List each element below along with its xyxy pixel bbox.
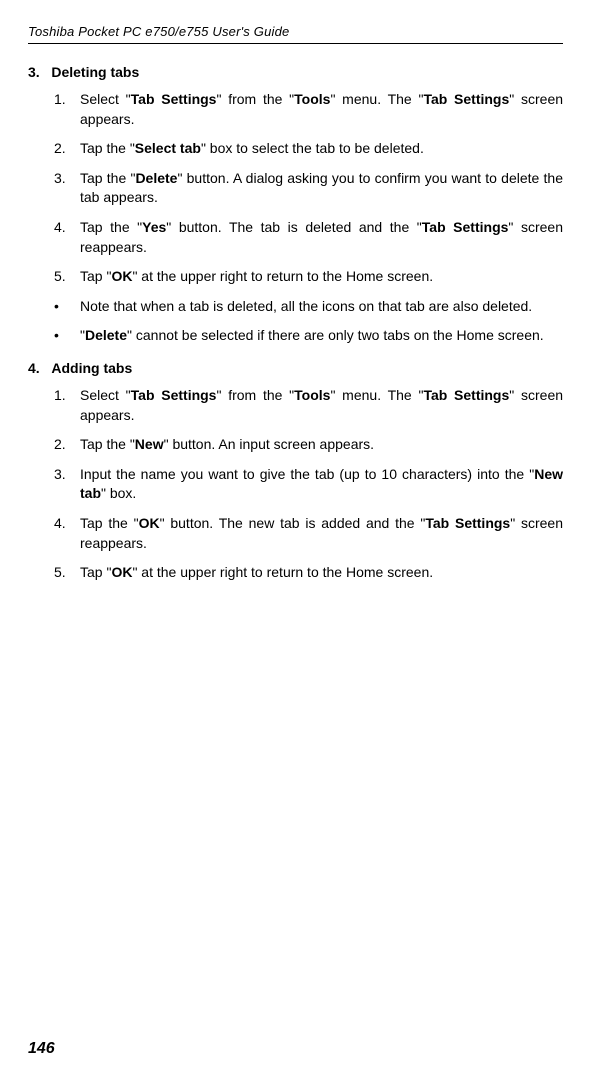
- section-heading: 4. Adding tabs: [28, 360, 563, 376]
- bold-term: OK: [111, 564, 132, 580]
- text-fragment: Tap the ": [80, 170, 135, 186]
- bullet-item: •"Delete" cannot be selected if there ar…: [28, 326, 563, 346]
- list-number: 1.: [54, 90, 80, 129]
- text-fragment: " box.: [101, 485, 136, 501]
- header-divider: [28, 43, 563, 44]
- list-item: 5.Tap "OK" at the upper right to return …: [28, 267, 563, 287]
- text-fragment: Tap the ": [80, 515, 139, 531]
- text-fragment: " from the ": [216, 91, 294, 107]
- document-content: 3. Deleting tabs1.Select "Tab Settings" …: [28, 64, 563, 583]
- section-number: 4.: [28, 360, 40, 376]
- text-fragment: " button. An input screen appears.: [164, 436, 374, 452]
- text-fragment: Tap the ": [80, 436, 135, 452]
- list-text: Tap the "Yes" button. The tab is deleted…: [80, 218, 563, 257]
- bold-term: Delete: [135, 170, 177, 186]
- section-number: 3.: [28, 64, 40, 80]
- section-heading: 3. Deleting tabs: [28, 64, 563, 80]
- text-fragment: " box to select the tab to be deleted.: [201, 140, 424, 156]
- text-fragment: Tap the ": [80, 219, 142, 235]
- list-item: 2.Tap the "Select tab" box to select the…: [28, 139, 563, 159]
- list-text: Note that when a tab is deleted, all the…: [80, 297, 563, 317]
- list-item: 1.Select "Tab Settings" from the "Tools"…: [28, 386, 563, 425]
- text-fragment: Tap ": [80, 564, 111, 580]
- text-fragment: " at the upper right to return to the Ho…: [132, 268, 433, 284]
- text-fragment: Input the name you want to give the tab …: [80, 466, 534, 482]
- list-number: 5.: [54, 267, 80, 287]
- bold-term: New: [135, 436, 164, 452]
- bold-term: Yes: [142, 219, 166, 235]
- text-fragment: " button. The tab is deleted and the ": [166, 219, 421, 235]
- list-text: Tap "OK" at the upper right to return to…: [80, 563, 563, 583]
- list-number: 3.: [54, 465, 80, 504]
- page-header-title: Toshiba Pocket PC e750/e755 User's Guide: [28, 24, 563, 39]
- text-fragment: " cannot be selected if there are only t…: [127, 327, 544, 343]
- list-item: 4.Tap the "OK" button. The new tab is ad…: [28, 514, 563, 553]
- list-number: 5.: [54, 563, 80, 583]
- text-fragment: " button. The new tab is added and the ": [160, 515, 426, 531]
- text-fragment: " from the ": [216, 387, 294, 403]
- bold-term: Tab Settings: [131, 91, 217, 107]
- text-fragment: Tap the ": [80, 140, 135, 156]
- section-title: Adding tabs: [51, 360, 132, 376]
- text-fragment: Note that when a tab is deleted, all the…: [80, 298, 532, 314]
- bold-term: Tab Settings: [422, 219, 509, 235]
- list-item: 1.Select "Tab Settings" from the "Tools"…: [28, 90, 563, 129]
- list-item: 2.Tap the "New" button. An input screen …: [28, 435, 563, 455]
- bold-term: Tab Settings: [425, 515, 510, 531]
- bold-term: Tab Settings: [131, 387, 217, 403]
- bold-term: OK: [139, 515, 160, 531]
- page-number: 146: [28, 1040, 55, 1058]
- text-fragment: Select ": [80, 91, 131, 107]
- list-text: Tap the "Select tab" box to select the t…: [80, 139, 563, 159]
- text-fragment: Tap ": [80, 268, 111, 284]
- bold-term: Tools: [294, 91, 330, 107]
- bold-term: Tab Settings: [423, 387, 509, 403]
- bold-term: Tab Settings: [423, 91, 509, 107]
- text-fragment: Select ": [80, 387, 131, 403]
- list-item: 5.Tap "OK" at the upper right to return …: [28, 563, 563, 583]
- bullet-marker: •: [54, 326, 80, 346]
- list-number: 1.: [54, 386, 80, 425]
- bullet-item: •Note that when a tab is deleted, all th…: [28, 297, 563, 317]
- text-fragment: " at the upper right to return to the Ho…: [132, 564, 433, 580]
- list-number: 4.: [54, 218, 80, 257]
- bold-term: Tools: [294, 387, 330, 403]
- list-text: Select "Tab Settings" from the "Tools" m…: [80, 386, 563, 425]
- list-item: 3.Tap the "Delete" button. A dialog aski…: [28, 169, 563, 208]
- list-text: Select "Tab Settings" from the "Tools" m…: [80, 90, 563, 129]
- list-number: 3.: [54, 169, 80, 208]
- list-text: Tap the "New" button. An input screen ap…: [80, 435, 563, 455]
- list-item: 3.Input the name you want to give the ta…: [28, 465, 563, 504]
- bold-term: OK: [111, 268, 132, 284]
- bullet-marker: •: [54, 297, 80, 317]
- list-text: "Delete" cannot be selected if there are…: [80, 326, 563, 346]
- bold-term: Select tab: [135, 140, 201, 156]
- section-title: Deleting tabs: [51, 64, 139, 80]
- list-text: Input the name you want to give the tab …: [80, 465, 563, 504]
- list-text: Tap the "Delete" button. A dialog asking…: [80, 169, 563, 208]
- bold-term: Delete: [85, 327, 127, 343]
- list-item: 4.Tap the "Yes" button. The tab is delet…: [28, 218, 563, 257]
- text-fragment: " menu. The ": [330, 387, 423, 403]
- list-number: 2.: [54, 139, 80, 159]
- text-fragment: " menu. The ": [330, 91, 423, 107]
- list-number: 4.: [54, 514, 80, 553]
- list-text: Tap the "OK" button. The new tab is adde…: [80, 514, 563, 553]
- list-number: 2.: [54, 435, 80, 455]
- list-text: Tap "OK" at the upper right to return to…: [80, 267, 563, 287]
